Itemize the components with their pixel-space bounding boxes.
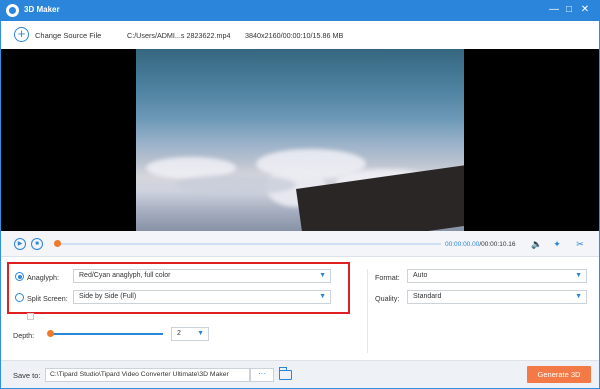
format-value: Auto (413, 272, 428, 279)
quality-select[interactable]: Standard ▼ (407, 290, 587, 304)
disabled-checkbox (27, 313, 34, 320)
depth-slider-track[interactable] (49, 333, 163, 335)
split-screen-value: Side by Side (Full) (79, 293, 137, 300)
depth-label: Depth: (13, 331, 35, 340)
split-screen-label: Split Screen: (27, 294, 68, 303)
source-file-info: 3840x2160/00:00:10/15.86 MB (245, 31, 344, 40)
save-path-field[interactable]: C:\Tipard Studio\Tipard Video Converter … (45, 368, 250, 382)
playback-controls: ▶ ■ 00:00:00.00/00:00:10.16 🔈 ✦ ✂ (1, 231, 599, 257)
format-select[interactable]: Auto ▼ (407, 269, 587, 283)
divider (367, 269, 368, 353)
plus-circle-icon[interactable]: + (14, 27, 29, 42)
time-readout: 00:00:00.00/00:00:10.16 (445, 241, 516, 248)
depth-value: 2 (177, 330, 181, 337)
save-to-label: Save to: (13, 371, 41, 380)
split-screen-radio[interactable] (15, 293, 24, 302)
anaglyph-select[interactable]: Red/Cyan anaglyph, full color ▼ (73, 269, 331, 283)
browse-button[interactable]: ··· (250, 368, 274, 382)
depth-slider-handle[interactable] (47, 330, 54, 337)
anaglyph-value: Red/Cyan anaglyph, full color (79, 272, 171, 279)
source-toolbar: + Change Source File C:/Users/ADMI...s 2… (1, 21, 599, 49)
volume-icon[interactable]: 🔈 (531, 239, 543, 249)
quality-label: Quality: (375, 294, 400, 303)
chevron-down-icon: ▼ (575, 272, 582, 279)
split-screen-select[interactable]: Side by Side (Full) ▼ (73, 290, 331, 304)
minimize-icon[interactable]: — (547, 3, 561, 17)
folder-icon[interactable] (279, 367, 292, 380)
settings-panel: Anaglyph: Red/Cyan anaglyph, full color … (1, 257, 599, 360)
video-preview (1, 49, 599, 231)
progress-handle[interactable] (54, 240, 61, 247)
window-title: 3D Maker (24, 5, 60, 14)
maximize-icon[interactable]: □ (562, 3, 576, 17)
chevron-down-icon: ▼ (319, 272, 326, 279)
anaglyph-radio[interactable] (15, 272, 24, 281)
stop-icon[interactable]: ■ (31, 238, 43, 250)
cut-icon[interactable]: ✂ (574, 239, 586, 249)
close-icon[interactable]: ✕ (578, 3, 592, 17)
total-time: /00:00:10.16 (479, 241, 516, 248)
format-label: Format: (375, 273, 400, 282)
video-frame (136, 49, 464, 231)
bottom-bar: Save to: C:\Tipard Studio\Tipard Video C… (1, 360, 599, 388)
quality-value: Standard (413, 293, 442, 300)
source-file-path: C:/Users/ADMI...s 2823622.mp4 (127, 31, 231, 40)
chevron-down-icon: ▼ (575, 293, 582, 300)
title-bar: 3D Maker — □ ✕ (0, 0, 600, 21)
app-logo-icon (6, 4, 19, 17)
depth-stepper[interactable]: 2 ▼ (171, 327, 209, 341)
chevron-down-icon: ▼ (319, 293, 326, 300)
change-source-button[interactable]: Change Source File (35, 31, 101, 40)
play-icon[interactable]: ▶ (14, 238, 26, 250)
chevron-down-icon: ▼ (197, 330, 204, 337)
current-time: 00:00:00.00 (445, 241, 480, 248)
anaglyph-label: Anaglyph: (27, 273, 59, 282)
pin-icon[interactable]: ✦ (551, 239, 563, 249)
generate-3d-button[interactable]: Generate 3D (527, 366, 591, 383)
progress-track[interactable] (57, 243, 441, 245)
